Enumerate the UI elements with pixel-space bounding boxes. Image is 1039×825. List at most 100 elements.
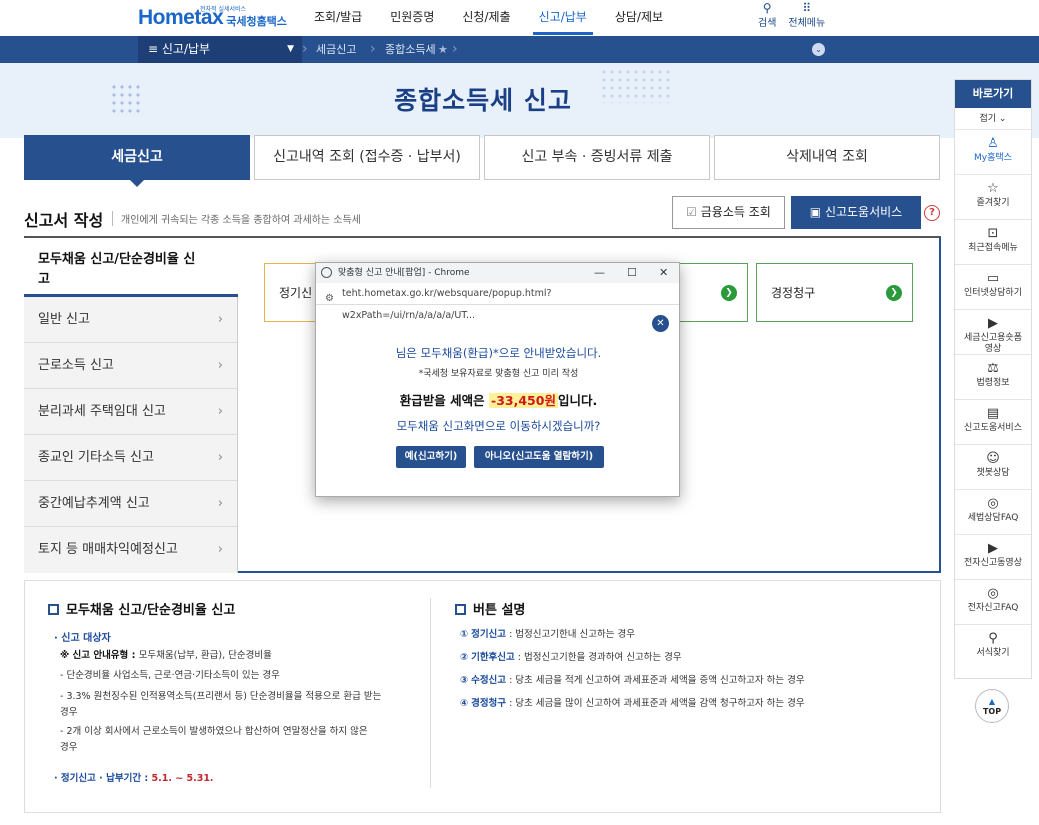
- hometax-logo[interactable]: 전자적 실세서비스 Hometax 국세청홈택스: [138, 4, 287, 32]
- close-icon[interactable]: ✕: [652, 315, 669, 332]
- nav-certificate[interactable]: 민원증명: [376, 0, 448, 36]
- menu-religious-income-filing[interactable]: 종교인 기타소득 신고 ›: [24, 435, 238, 481]
- menu-land-sale-filing[interactable]: 토지 등 매매차익예정신고 ›: [24, 527, 238, 573]
- expand-icon[interactable]: ⌄: [812, 43, 825, 56]
- quick-recent-menu[interactable]: ⊡ 최근접속메뉴: [955, 220, 1031, 265]
- quick-label: 세법상담FAQ: [967, 513, 1019, 523]
- period-value: 5.1. ~ 5.31.: [151, 773, 214, 784]
- edit-icon: ☑: [686, 205, 701, 219]
- desc-name: 수정신고: [471, 675, 507, 686]
- filing-type-line: ※ 신고 안내유형 : 모두채움(납부, 환급), 단순경비율: [60, 648, 272, 664]
- yes-file-button[interactable]: 예(신고하기): [396, 446, 466, 468]
- person-icon: ♙: [987, 136, 999, 151]
- popup-titlebar: 맞춤형 신고 안내[팝업] - Chrome — ☐ ✕: [316, 263, 679, 283]
- quick-label: 챗봇상담: [976, 468, 1010, 478]
- info-title-text: 모두채움 신고/단순경비율 신고: [66, 603, 236, 618]
- menu-housing-rental-filing[interactable]: 분리과세 주택임대 신고 ›: [24, 389, 238, 435]
- financial-income-button[interactable]: ☑ 금융소득 조회: [672, 196, 785, 229]
- all-menu-button[interactable]: ⠿ 전체메뉴: [788, 2, 825, 29]
- desc-name: 기한후신고: [471, 652, 515, 663]
- popup-window-title: 맞춤형 신고 안내[팝업] - Chrome: [338, 268, 470, 278]
- target-item: - 2개 이상 회사에서 근로소득이 발생하였으나 합산하여 연말정산을 하지 …: [60, 726, 368, 737]
- quick-form-search[interactable]: ⚲ 서식찾기: [955, 625, 1031, 670]
- target-item: - 단순경비율 사업소득, 근로·연금·기타소득이 있는 경우: [60, 670, 280, 681]
- tab-filing-history[interactable]: 신고내역 조회 (접수증 · 납부서): [254, 135, 480, 180]
- close-window-icon[interactable]: ✕: [659, 263, 668, 283]
- menu-simple-filing[interactable]: 모두채움 신고/단순경비율 신고: [24, 238, 238, 297]
- period-label: · 정기신고 · 납부기간 :: [54, 773, 152, 784]
- popup-address-bar[interactable]: ⚙ teht.hometax.go.kr/websquare/popup.htm…: [316, 283, 679, 321]
- desc-text: : 당초 세금을 많이 신고하여 과세표준과 세액을 감액 청구하고자 하는 경…: [506, 698, 805, 709]
- logo-subtext: 국세청홈택스: [226, 15, 287, 28]
- favorite-star-icon[interactable]: ★: [438, 36, 448, 63]
- search-button[interactable]: ⚲ 검색: [758, 2, 776, 29]
- collapse-button[interactable]: 접기 ⌄: [955, 108, 1031, 130]
- quick-chatbot[interactable]: ☺ 챗봇상담: [955, 445, 1031, 490]
- breadcrumb-separator: ›: [370, 41, 376, 57]
- quick-favorites[interactable]: ☆ 즐겨찾기: [955, 175, 1031, 220]
- globe-icon: [321, 267, 332, 278]
- nav-application[interactable]: 신청/제출: [448, 0, 524, 36]
- nav-inquiry[interactable]: 조회/발급: [300, 0, 376, 36]
- correction-claim-option[interactable]: 경정청구 ❯: [756, 263, 913, 322]
- filing-help-label: 신고도움서비스: [824, 205, 903, 219]
- quick-efiling-faq[interactable]: ◎ 전자신고FAQ: [955, 580, 1031, 625]
- nav-consult[interactable]: 상담/제보: [601, 0, 677, 36]
- breadcrumb-separator: ›: [452, 41, 458, 57]
- top-label: TOP: [982, 707, 1002, 716]
- help-icon[interactable]: ?: [924, 205, 940, 221]
- quick-efiling-video[interactable]: ▶ 전자신고동영상: [955, 535, 1031, 580]
- guidance-popup-window: 맞춤형 신고 안내[팝업] - Chrome — ☐ ✕ ⚙ teht.home…: [315, 262, 680, 497]
- quick-shortform-video[interactable]: ▶ 세금신고용숏폼영상: [955, 310, 1031, 355]
- option-label: 경정청구: [771, 286, 816, 300]
- divider: [430, 598, 431, 788]
- type-label: ※ 신고 안내유형 :: [60, 650, 139, 661]
- chat-bubble-icon: ◎: [987, 586, 999, 601]
- button-desc-row: ③ 수정신고 : 당초 세금을 적게 신고하여 과세표준과 세액을 증액 신고하…: [460, 673, 805, 689]
- scroll-top-button[interactable]: ▲ TOP: [975, 689, 1009, 723]
- tab-tax-filing[interactable]: 세금신고: [24, 135, 250, 187]
- square-bullet-icon: [48, 604, 59, 615]
- quick-label: 인터넷상담하기: [964, 288, 1022, 298]
- menu-earned-income-filing[interactable]: 근로소득 신고 ›: [24, 343, 238, 389]
- sub-bar: ≡ 신고/납부 ▼ › 세금신고 › 종합소득세 ★ › ⌄: [0, 36, 1039, 63]
- refund-text: 입니다.: [557, 393, 598, 408]
- tab-bar: 세금신고 신고내역 조회 (접수증 · 납부서) 신고 부속 · 증빙서류 제출…: [24, 135, 940, 187]
- menu-interim-prepayment-filing[interactable]: 중간예납추계액 신고 ›: [24, 481, 238, 527]
- category-dropdown[interactable]: ≡ 신고/납부 ▼: [138, 36, 302, 63]
- logo-tagline: 전자적 실세서비스: [200, 6, 247, 13]
- option-label: 정기신: [279, 286, 313, 300]
- tab-attachments[interactable]: 신고 부속 · 증빙서류 제출: [484, 135, 710, 180]
- financial-income-label: 금융소득 조회: [700, 205, 771, 219]
- square-bullet-icon: [455, 604, 466, 615]
- desc-text: : 법정신고기한을 경과하여 신고하는 경우: [514, 652, 682, 663]
- menu-label: 토지 등 매매차익예정신고: [38, 542, 178, 557]
- quick-online-consult[interactable]: ▭ 인터넷상담하기: [955, 265, 1031, 310]
- minimize-icon[interactable]: —: [594, 263, 605, 283]
- breadcrumb-tax-filing[interactable]: 세금신고: [316, 36, 356, 63]
- maximize-icon[interactable]: ☐: [627, 263, 637, 283]
- refund-text: 환급받을 세액은: [399, 393, 490, 408]
- quick-my-hometax[interactable]: ♙ My홈택스: [955, 130, 1031, 175]
- quick-law-info[interactable]: ⚖ 법령정보: [955, 355, 1031, 400]
- breadcrumb-separator: ›: [302, 41, 308, 57]
- main-nav: 조회/발급 민원증명 신청/제출 신고/납부 상담/제보: [300, 0, 677, 36]
- search-label: 검색: [758, 18, 777, 29]
- book-icon: ▤: [986, 406, 1000, 421]
- quick-tax-faq[interactable]: ◎ 세법상담FAQ: [955, 490, 1031, 535]
- category-label: ≡ 신고/납부: [148, 42, 211, 56]
- filing-help-button[interactable]: ▣ 신고도움서비스: [791, 196, 921, 229]
- page-banner: 종합소득세 신고: [0, 63, 1039, 138]
- no-view-help-button[interactable]: 아니오(신고도움 열람하기): [474, 446, 604, 468]
- menu-label: 종교인 기타소득 신고: [38, 450, 154, 465]
- info-title-simple: 모두채움 신고/단순경비율 신고: [48, 599, 235, 618]
- menu-label: 분리과세 주택임대 신고: [38, 404, 166, 419]
- menu-general-filing[interactable]: 일반 신고 ›: [24, 297, 238, 343]
- menu-label: 모두채움 신고/단순경비율 신고: [38, 252, 196, 287]
- quick-filing-help[interactable]: ▤ 신고도움서비스: [955, 400, 1031, 445]
- chat-bubble-icon: ◎: [987, 496, 999, 511]
- tab-deleted-history[interactable]: 삭제내역 조회: [714, 135, 940, 180]
- nav-filing[interactable]: 신고/납부: [525, 0, 601, 36]
- breadcrumb-income-tax[interactable]: 종합소득세: [385, 36, 436, 63]
- quick-label: 전자신고동영상: [964, 558, 1022, 568]
